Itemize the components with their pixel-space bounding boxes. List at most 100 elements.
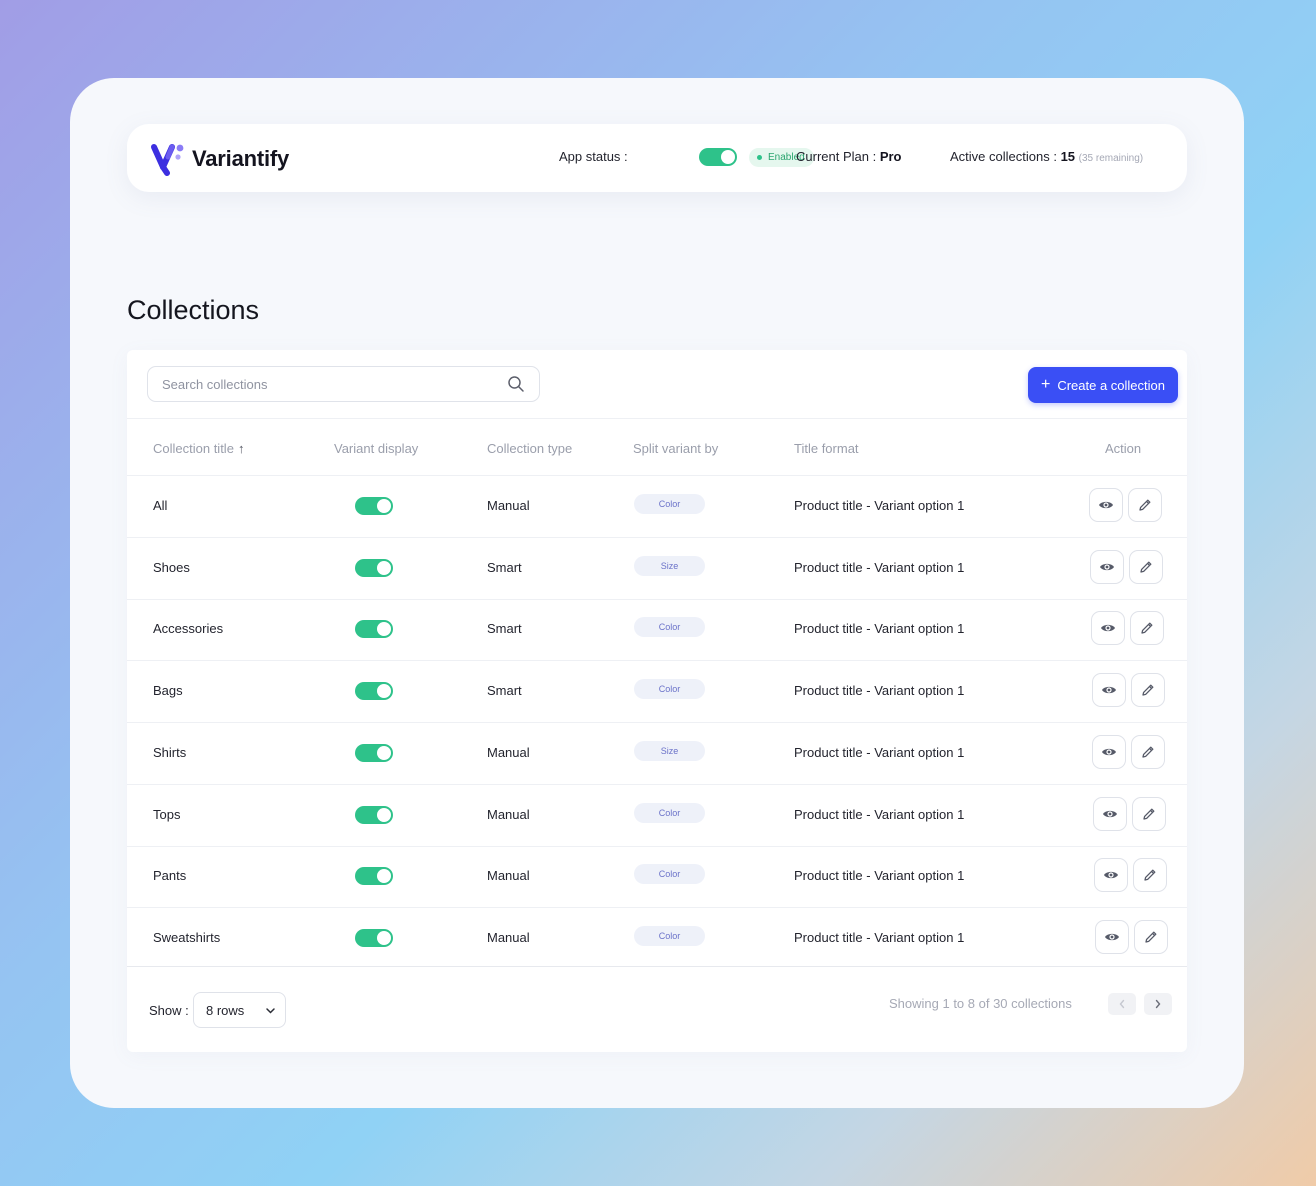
plus-icon: + <box>1040 376 1051 393</box>
pencil-icon <box>1141 622 1153 635</box>
variant-display-toggle[interactable] <box>355 805 393 824</box>
view-button[interactable] <box>1090 549 1124 584</box>
view-button[interactable] <box>1094 858 1128 893</box>
app-window: Variantify App status : Enabled Current … <box>70 78 1244 1108</box>
collection-type: Smart <box>487 683 522 699</box>
view-button[interactable] <box>1092 673 1126 708</box>
title-format: Product title - Variant option 1 <box>794 744 965 760</box>
table-row: All Manual Color Product title - Variant op… <box>127 476 1187 538</box>
current-plan-label: Current Plan : <box>796 149 877 164</box>
table-header: Collection title ↑ Variant display Collec… <box>127 418 1187 476</box>
toggle-knob <box>377 622 391 637</box>
header-variant-display: Variant display <box>334 441 419 456</box>
variant-display-toggle[interactable] <box>355 620 393 639</box>
create-collection-button[interactable]: + Create a collection <box>1028 367 1178 403</box>
toggle-knob <box>721 150 735 164</box>
edit-button[interactable] <box>1130 611 1164 646</box>
collection-type: Manual <box>487 744 530 760</box>
title-format: Product title - Variant option 1 <box>794 806 965 822</box>
pencil-icon <box>1145 931 1157 943</box>
collection-type: Smart <box>487 559 522 575</box>
split-variant-chip: Color <box>634 925 705 946</box>
pencil-icon <box>1140 561 1152 573</box>
table-row: Shirts Manual Size Product title - Variant … <box>127 723 1187 785</box>
title-format: Product title - Variant option 1 <box>794 559 965 575</box>
sort-up-arrow-icon[interactable]: ↑ <box>238 441 245 456</box>
pagination-summary: Showing 1 to 8 of 30 collections <box>889 996 1072 1011</box>
view-button[interactable] <box>1089 488 1123 522</box>
collection-type: Manual <box>487 929 530 945</box>
pencil-icon <box>1139 499 1151 511</box>
collection-title: Bags <box>153 683 183 699</box>
view-button[interactable] <box>1093 796 1127 831</box>
edit-button[interactable] <box>1134 919 1168 954</box>
variant-display-toggle[interactable] <box>355 867 393 886</box>
page-title: Collections <box>127 295 260 325</box>
toggle-knob <box>377 869 391 884</box>
rows-per-page-value: 8 rows <box>206 1002 245 1018</box>
title-format: Product title - Variant option 1 <box>794 929 965 945</box>
table-row: Accessories Smart Color Product title - Var… <box>127 599 1187 662</box>
table-row: Tops Manual Color Product title - Variant o… <box>127 785 1187 847</box>
view-button[interactable] <box>1091 611 1125 646</box>
next-page-button[interactable] <box>1144 993 1172 1015</box>
variant-display-toggle[interactable] <box>355 928 393 947</box>
edit-button[interactable] <box>1132 796 1166 831</box>
split-variant-chip: Size <box>634 555 705 576</box>
eye-icon <box>1102 748 1116 755</box>
split-variant-chip: Color <box>634 864 705 885</box>
eye-icon <box>1105 933 1119 941</box>
top-bar: Variantify App status : Enabled Current … <box>127 124 1187 192</box>
variant-display-toggle[interactable] <box>355 743 393 762</box>
edit-button[interactable] <box>1131 673 1165 708</box>
split-variant-chip: Color <box>634 679 705 700</box>
collection-title: Shirts <box>153 744 187 760</box>
current-plan-value: Pro <box>879 149 902 164</box>
pencil-icon <box>1143 808 1155 820</box>
edit-button[interactable] <box>1128 488 1162 522</box>
variant-display-toggle[interactable] <box>355 497 393 515</box>
active-collections-value: 15 <box>1060 149 1076 164</box>
prev-page-button[interactable] <box>1108 993 1136 1015</box>
edit-button[interactable] <box>1129 549 1163 584</box>
variant-display-toggle[interactable] <box>355 558 393 577</box>
app-status-toggle[interactable] <box>699 148 737 166</box>
eye-icon <box>1102 686 1116 694</box>
eye-icon <box>1103 810 1117 817</box>
collection-type: Manual <box>487 498 530 513</box>
split-variant-chip: Size <box>634 740 705 761</box>
edit-button[interactable] <box>1131 734 1165 769</box>
active-collections-label: Active collections : <box>950 149 1057 164</box>
collection-type: Manual <box>487 806 530 822</box>
header-title-format: Title format <box>794 441 859 456</box>
collection-title: Shoes <box>153 559 190 575</box>
title-format: Product title - Variant option 1 <box>794 868 965 884</box>
collection-type: Smart <box>487 621 522 637</box>
create-collection-label: Create a collection <box>1057 377 1165 393</box>
pencil-icon <box>1142 684 1154 696</box>
show-rows-label: Show : <box>149 1003 189 1018</box>
header-collection-type: Collection type <box>487 441 573 456</box>
header-action: Action <box>1105 441 1142 456</box>
pencil-icon <box>1142 746 1154 758</box>
view-button[interactable] <box>1095 919 1129 954</box>
variant-display-toggle[interactable] <box>355 682 393 701</box>
toggle-knob <box>377 930 391 945</box>
search-input[interactable] <box>147 366 540 402</box>
header-split-variant: Split variant by <box>633 441 719 456</box>
chevron-left-icon <box>1119 999 1125 1009</box>
view-button[interactable] <box>1092 734 1126 769</box>
eye-icon <box>1099 501 1113 509</box>
title-format: Product title - Variant option 1 <box>794 621 965 637</box>
toggle-knob <box>377 684 391 699</box>
edit-button[interactable] <box>1133 858 1167 893</box>
split-variant-chip: Color <box>634 617 705 638</box>
chevron-down-icon <box>266 1008 275 1014</box>
collection-title: All <box>153 498 168 513</box>
header-collection-title[interactable]: Collection title ↑ <box>153 441 244 456</box>
toggle-knob <box>377 807 391 822</box>
rows-per-page-select[interactable]: 8 rows <box>193 992 286 1028</box>
collection-title: Pants <box>153 868 187 884</box>
collection-title: Sweatshirts <box>153 929 221 945</box>
search-icon[interactable] <box>507 375 525 393</box>
